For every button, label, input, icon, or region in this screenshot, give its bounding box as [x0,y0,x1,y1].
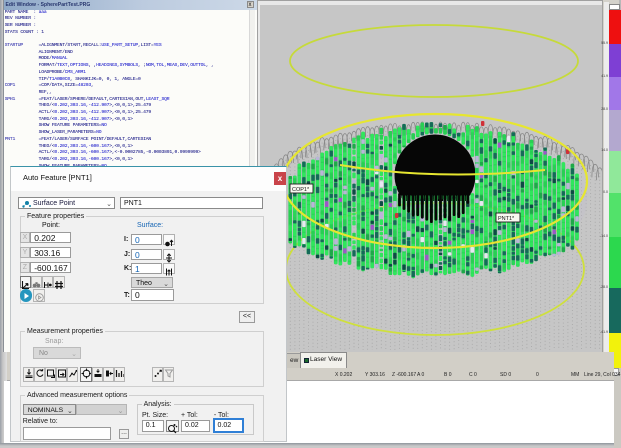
svg-text:COP1*: COP1* [292,187,310,193]
svg-text:PNT1*: PNT1* [498,216,515,222]
